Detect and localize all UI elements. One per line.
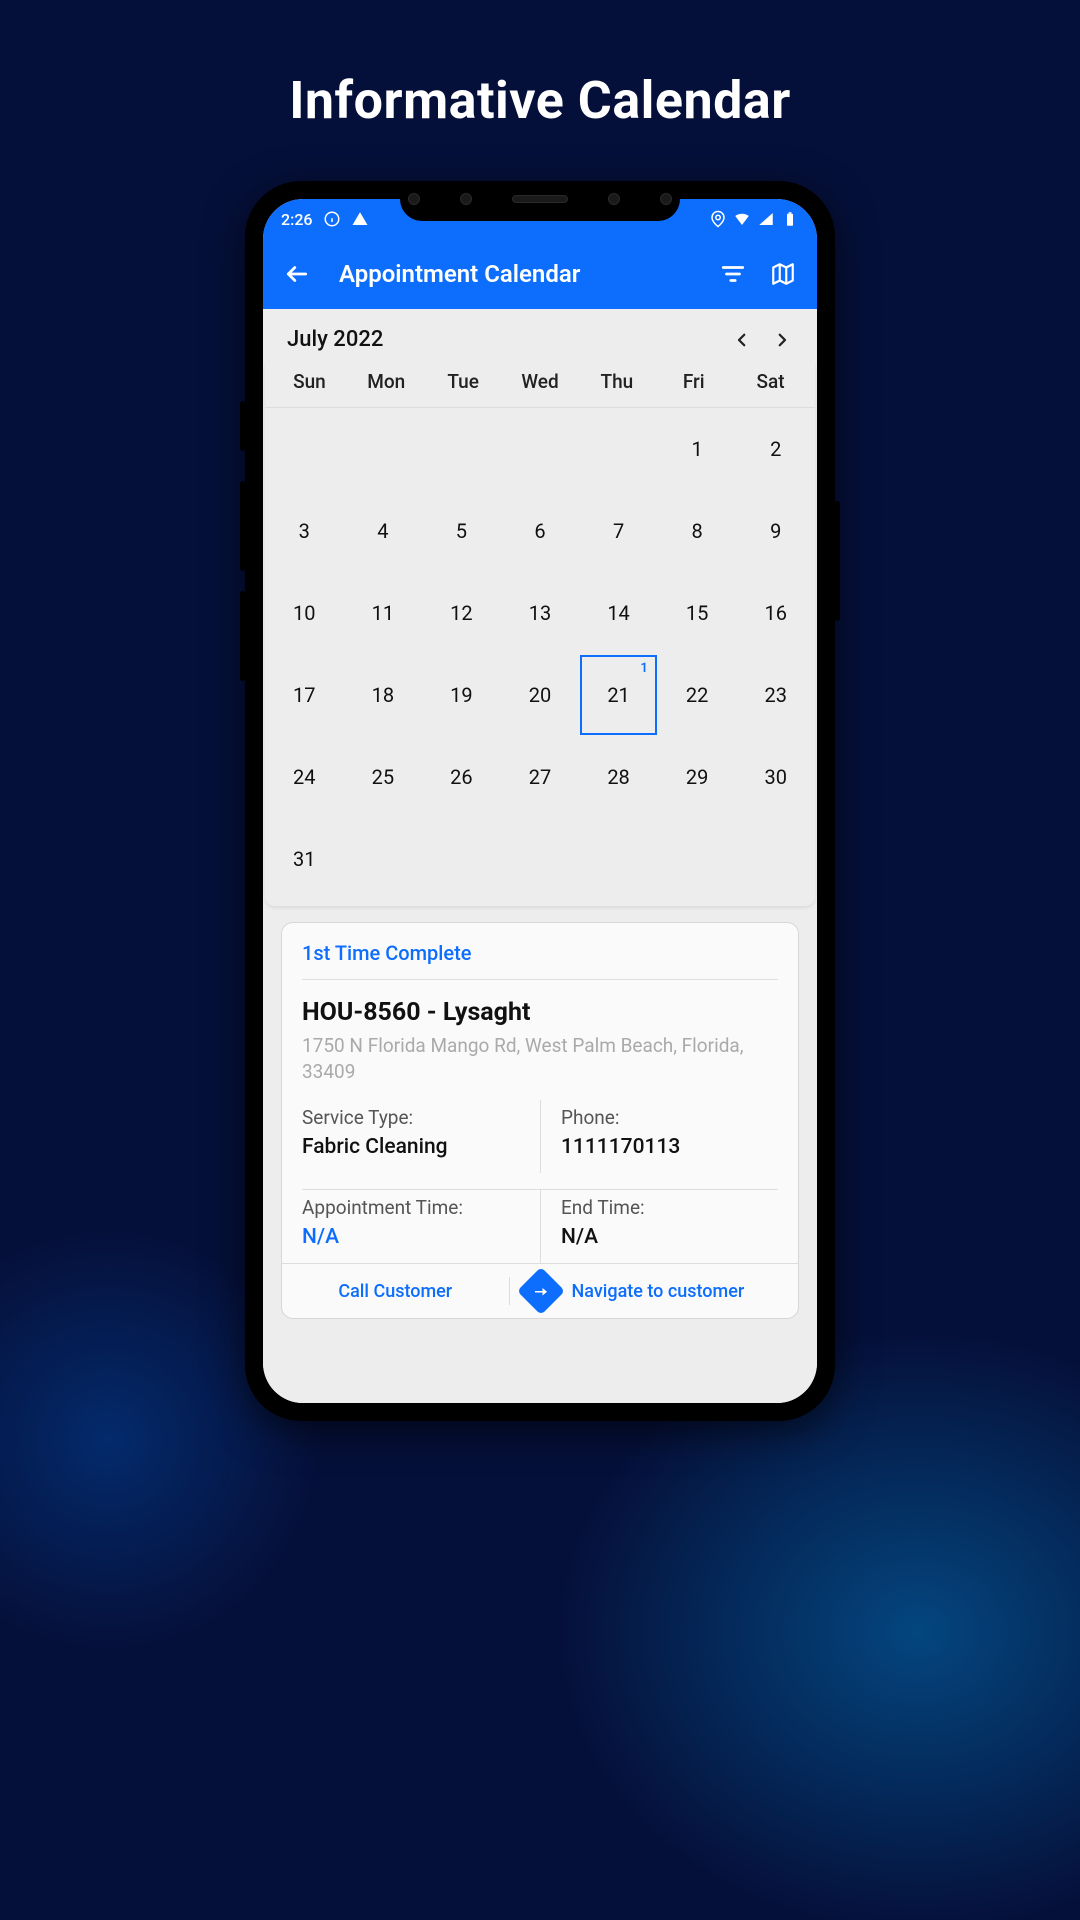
info-icon: [323, 210, 341, 228]
calendar-day[interactable]: 31: [266, 819, 343, 899]
calendar-day[interactable]: 11: [345, 573, 422, 653]
location-icon: [709, 210, 727, 228]
chevron-left-icon: [733, 331, 751, 349]
calendar-empty: [737, 819, 814, 899]
dow-cell: Tue: [425, 370, 502, 393]
calendar-grid: SunMonTueWedThuFriSat 123456789101112131…: [265, 362, 815, 906]
calendar-empty: [266, 409, 343, 489]
calendar-empty: [423, 819, 500, 899]
status-bar: 2:26: [263, 199, 817, 239]
calendar-day[interactable]: 6: [502, 491, 579, 571]
calendar-empty: [502, 409, 579, 489]
appointment-card[interactable]: 1st Time Complete HOU-8560 - Lysaght 175…: [281, 922, 799, 1319]
calendar-day[interactable]: 27: [502, 737, 579, 817]
next-month-button[interactable]: [771, 329, 793, 351]
calendar-day[interactable]: 15: [659, 573, 736, 653]
calendar-day[interactable]: 8: [659, 491, 736, 571]
calendar-day[interactable]: 24: [266, 737, 343, 817]
arrow-left-icon: [284, 261, 310, 287]
dow-cell: Sun: [271, 370, 348, 393]
calendar-day[interactable]: 19: [423, 655, 500, 735]
calendar-day[interactable]: 10: [266, 573, 343, 653]
calendar-day[interactable]: 28: [580, 737, 657, 817]
month-label: July 2022: [287, 327, 383, 352]
calendar-day[interactable]: 3: [266, 491, 343, 571]
calendar-day[interactable]: 25: [345, 737, 422, 817]
calendar-day[interactable]: 4: [345, 491, 422, 571]
status-time: 2:26: [281, 210, 313, 229]
calendar-day[interactable]: 14: [580, 573, 657, 653]
app-bar: Appointment Calendar: [263, 239, 817, 309]
navigate-icon[interactable]: [516, 1267, 564, 1315]
appointment-status: 1st Time Complete: [302, 941, 778, 980]
calendar-day[interactable]: 22: [659, 655, 736, 735]
content-area: July 2022 SunMonTueWedThuFriSat 12345678…: [263, 309, 817, 1403]
app-bar-title: Appointment Calendar: [339, 260, 580, 288]
day-event-count: 1: [640, 661, 647, 676]
prev-month-button[interactable]: [731, 329, 753, 351]
calendar-day[interactable]: 1: [659, 409, 736, 489]
calendar-empty: [502, 819, 579, 899]
calendar-day[interactable]: 13: [502, 573, 579, 653]
filter-button[interactable]: [717, 258, 749, 290]
service-type-label: Service Type:: [302, 1106, 540, 1129]
appointment-time-value: N/A: [302, 1225, 540, 1249]
calendar-day[interactable]: 211: [580, 655, 657, 735]
calendar-day[interactable]: 9: [737, 491, 814, 571]
calendar-day[interactable]: 18: [345, 655, 422, 735]
navigate-customer-button[interactable]: Navigate to customer: [572, 1281, 799, 1302]
phone-value: 1111170113: [561, 1135, 778, 1159]
action-divider: [509, 1277, 510, 1305]
calendar-day[interactable]: 29: [659, 737, 736, 817]
calendar-empty: [580, 819, 657, 899]
directions-icon: [532, 1282, 550, 1300]
calendar-day[interactable]: 7: [580, 491, 657, 571]
page-headline: Informative Calendar: [0, 0, 1080, 131]
calendar-empty: [345, 409, 422, 489]
calendar-day[interactable]: 20: [502, 655, 579, 735]
dow-cell: Sat: [732, 370, 809, 393]
signal-icon: [757, 210, 775, 228]
calendar-day[interactable]: 17: [266, 655, 343, 735]
map-button[interactable]: [767, 258, 799, 290]
calendar-empty: [580, 409, 657, 489]
map-icon: [770, 261, 796, 287]
wifi-icon: [733, 210, 751, 228]
phone-label: Phone:: [561, 1106, 778, 1129]
calendar-day[interactable]: 26: [423, 737, 500, 817]
calendar-day[interactable]: 23: [737, 655, 814, 735]
phone-mockup: 2:26: [245, 181, 835, 1421]
service-type-value: Fabric Cleaning: [302, 1135, 540, 1159]
back-button[interactable]: [281, 258, 313, 290]
dow-cell: Mon: [348, 370, 425, 393]
calendar-day[interactable]: 5: [423, 491, 500, 571]
dow-cell: Fri: [655, 370, 732, 393]
appointment-title: HOU-8560 - Lysaght: [302, 998, 778, 1027]
appointment-address: 1750 N Florida Mango Rd, West Palm Beach…: [302, 1033, 778, 1084]
dow-cell: Thu: [578, 370, 655, 393]
month-header: July 2022: [265, 309, 815, 362]
warning-icon: [351, 210, 369, 228]
phone-screen: 2:26: [263, 199, 817, 1403]
calendar-day[interactable]: 12: [423, 573, 500, 653]
end-time-value: N/A: [561, 1225, 778, 1249]
call-customer-button[interactable]: Call Customer: [282, 1281, 509, 1302]
calendar-day[interactable]: 2: [737, 409, 814, 489]
calendar-empty: [423, 409, 500, 489]
calendar-day[interactable]: 30: [737, 737, 814, 817]
end-time-label: End Time:: [561, 1196, 778, 1219]
calendar-day[interactable]: 16: [737, 573, 814, 653]
calendar-empty: [345, 819, 422, 899]
phone-frame: 2:26: [245, 181, 835, 1421]
chevron-right-icon: [773, 331, 791, 349]
calendar-empty: [659, 819, 736, 899]
appointment-time-label: Appointment Time:: [302, 1196, 540, 1219]
battery-icon: [781, 210, 799, 228]
dow-cell: Wed: [502, 370, 579, 393]
filter-icon: [720, 261, 746, 287]
